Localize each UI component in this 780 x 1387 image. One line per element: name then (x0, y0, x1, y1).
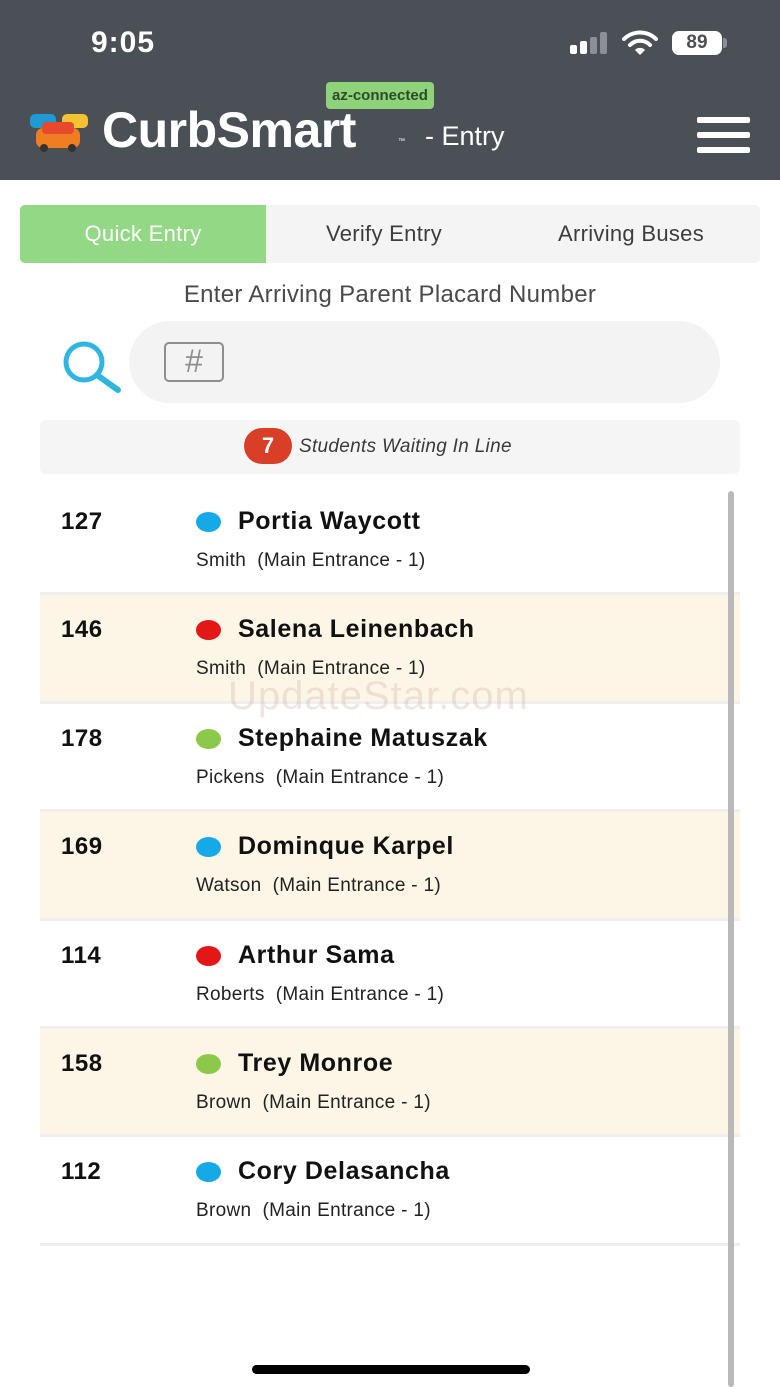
tab-arriving-buses[interactable]: Arriving Buses (502, 205, 760, 263)
student-name: Salena Leinenbach (238, 615, 475, 644)
student-row[interactable]: 112 Cory Delasancha Brown (Main Entrance -… (40, 1137, 740, 1246)
connection-badge: az-connected (326, 82, 434, 109)
status-dot-icon (196, 1162, 221, 1183)
student-list: 127 Portia Waycott Smith (Main Entrance - … (40, 487, 740, 1246)
brand-name: CurbSmart (102, 102, 356, 158)
student-name: Portia Waycott (238, 507, 421, 535)
tab-verify-entry[interactable]: Verify Entry (266, 205, 502, 263)
hamburger-menu-button[interactable] (697, 117, 750, 153)
status-dot-icon (196, 1053, 221, 1074)
teacher-location: Brown (Main Entrance - 1) (196, 1091, 431, 1113)
placard-number: 112 (61, 1158, 102, 1186)
student-name: Stephaine Matuszak (238, 723, 488, 752)
hash-icon: # (164, 342, 224, 382)
list-scrollbar[interactable] (728, 491, 734, 1387)
teacher-location: Brown (Main Entrance - 1) (196, 1200, 431, 1222)
battery-tip (723, 38, 727, 48)
teacher-location: Roberts (Main Entrance - 1) (196, 983, 445, 1005)
placard-number: 127 (61, 508, 103, 535)
student-row[interactable]: 169 Dominque Karpel Watson (Main Entrance … (40, 812, 740, 921)
page-subtitle: - Entry (425, 121, 505, 151)
student-name: Arthur Sama (238, 940, 395, 969)
student-row[interactable]: 127 Portia Waycott Smith (Main Entrance - … (40, 487, 740, 596)
teacher-location: Smith (Main Entrance - 1) (196, 550, 426, 571)
student-row[interactable]: 114 Arthur Sama Roberts (Main Entrance - 1… (40, 921, 740, 1029)
battery-icon: 89 (672, 31, 722, 55)
watermark: UpdateStar.com (228, 674, 529, 718)
student-row[interactable]: 178 Stephaine Matuszak Pickens (Main Entra… (40, 704, 740, 813)
cars-logo-icon (30, 114, 88, 152)
placard-number: 114 (61, 941, 102, 969)
search-icon[interactable] (58, 340, 122, 394)
waiting-label: Students Waiting In Line (299, 436, 512, 457)
student-name: Trey Monroe (238, 1048, 394, 1077)
status-time: 9:05 (91, 26, 156, 59)
trademark: ™ (398, 138, 405, 145)
placard-number: 158 (61, 1049, 103, 1077)
waiting-count-badge: 7 (244, 428, 292, 464)
status-dot-icon (196, 945, 221, 966)
teacher-location: Watson (Main Entrance - 1) (196, 875, 441, 897)
student-row[interactable]: 158 Trey Monroe Brown (Main Entrance - 1) (40, 1028, 740, 1138)
status-dot-icon (196, 620, 221, 641)
placard-number: 169 (61, 833, 103, 861)
home-indicator[interactable] (252, 1365, 530, 1374)
entry-tabs: Quick Entry Verify Entry Arriving Buses (20, 205, 760, 263)
student-name: Cory Delasancha (238, 1157, 450, 1186)
teacher-location: Pickens (Main Entrance - 1) (196, 766, 445, 788)
tab-quick-entry[interactable]: Quick Entry (20, 205, 266, 263)
placard-number: 146 (61, 616, 103, 644)
status-dot-icon (196, 837, 221, 858)
status-dot-icon (196, 512, 221, 532)
placard-prompt: Enter Arriving Parent Placard Number (183, 281, 597, 308)
wifi-icon (622, 30, 658, 55)
student-name: Dominque Karpel (238, 832, 454, 861)
cellular-signal-icon (570, 32, 610, 54)
status-dot-icon (196, 728, 221, 749)
app-header: 9:05 89 CurbSmart ™ - Entry az-connected (0, 0, 780, 180)
placard-number: 178 (61, 724, 103, 752)
